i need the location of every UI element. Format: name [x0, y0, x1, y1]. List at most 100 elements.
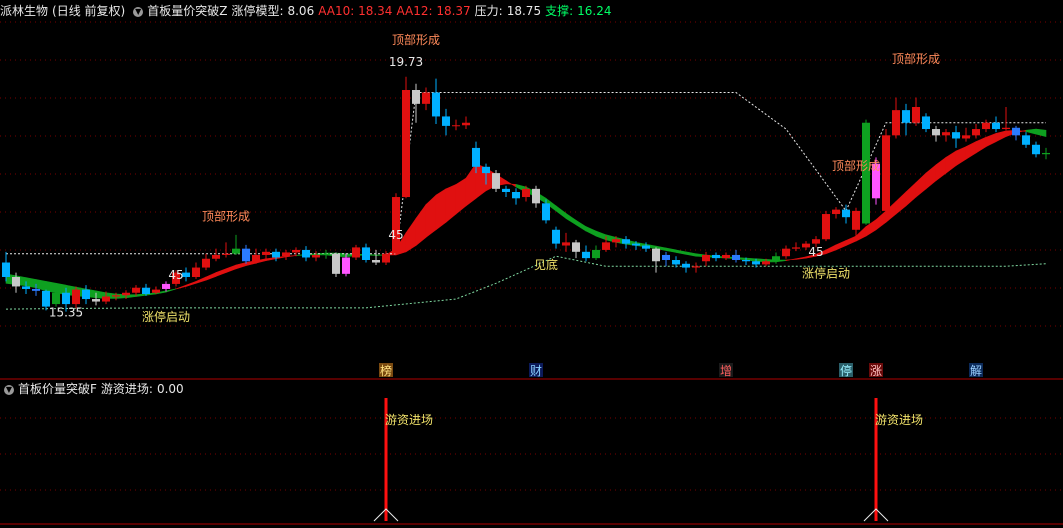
- candle-body: [532, 188, 540, 204]
- candle-body: [632, 243, 640, 246]
- ribbon-segment: [875, 210, 887, 231]
- candle: [922, 113, 930, 133]
- candle-body: [382, 253, 390, 263]
- candle-body: [732, 254, 740, 260]
- candle: [362, 243, 370, 263]
- ribbon-segment: [915, 172, 927, 198]
- ribbon-segment: [565, 212, 577, 226]
- candle-body: [252, 254, 260, 262]
- candle-body: [712, 254, 720, 259]
- support-label: 支撑:: [545, 4, 574, 18]
- candle: [432, 78, 440, 124]
- event-marker-label: 涨: [870, 363, 882, 378]
- candle-body: [552, 229, 560, 244]
- candle: [212, 248, 220, 262]
- candle-body: [282, 252, 290, 257]
- ribbon-segment: [215, 268, 227, 277]
- candle: [452, 119, 460, 131]
- candle: [392, 193, 400, 255]
- ribbon-segment: [845, 235, 857, 246]
- candle-body: [572, 242, 580, 252]
- candle: [692, 262, 700, 273]
- ribbon-segment: [595, 230, 607, 241]
- candle-body: [1002, 127, 1010, 130]
- sub-indicator-name[interactable]: 首板价量突破F: [18, 382, 97, 396]
- candle-body: [22, 286, 30, 289]
- aa10-value: AA10: 18.34: [318, 4, 393, 18]
- chevron-down-icon[interactable]: ▼: [4, 384, 14, 395]
- candle-body: [952, 132, 960, 139]
- candle: [572, 239, 580, 259]
- candle-body: [752, 261, 760, 265]
- candle-body: [992, 122, 1000, 130]
- event-marker: 停: [839, 363, 853, 378]
- ribbon-segment: [575, 219, 587, 232]
- candle-body: [452, 125, 460, 127]
- candle: [912, 97, 920, 126]
- candle-body: [892, 110, 900, 136]
- candle-body: [412, 90, 420, 104]
- candle-body: [332, 253, 340, 274]
- candle-body: [72, 289, 80, 305]
- chart-annotation: 19.73: [389, 55, 423, 69]
- chart-annotation: 涨停启动: [802, 266, 850, 281]
- candle-body: [692, 266, 700, 268]
- event-marker: 解: [969, 363, 983, 378]
- ribbon-segment: [675, 249, 687, 255]
- candle-body: [562, 242, 570, 246]
- candle-body: [62, 292, 70, 305]
- chevron-down-icon[interactable]: ▼: [133, 6, 144, 17]
- candle: [232, 234, 240, 255]
- candle: [712, 252, 720, 262]
- candle: [352, 244, 360, 260]
- candle-body: [162, 283, 170, 289]
- ribbon-segment: [1035, 128, 1047, 137]
- candle-body: [302, 249, 310, 258]
- ribbon-segment: [435, 188, 447, 231]
- candle: [282, 249, 290, 260]
- candle: [732, 249, 740, 263]
- candle-body: [652, 248, 660, 262]
- candle-body: [822, 214, 830, 240]
- candle-body: [852, 210, 860, 230]
- candle: [782, 245, 790, 259]
- event-marker: 增: [719, 363, 733, 378]
- indicator-name[interactable]: 首板量价突破Z: [147, 4, 227, 18]
- candle-body: [2, 262, 10, 277]
- pressure-label: 压力:: [474, 4, 503, 18]
- candle: [192, 262, 200, 279]
- ribbon-segment: [195, 276, 207, 284]
- sub-label: 游资进场:: [100, 382, 153, 396]
- candle-body: [432, 92, 440, 117]
- event-marker-label: 解: [970, 364, 982, 378]
- candle-body: [212, 254, 220, 259]
- candle-body: [42, 290, 50, 307]
- candle: [882, 129, 890, 215]
- candle: [582, 245, 590, 262]
- event-marker: 涨: [869, 363, 883, 378]
- ribbon-segment: [665, 247, 677, 253]
- ribbon-segment: [445, 183, 457, 223]
- candle: [372, 249, 380, 266]
- candle-body: [742, 260, 750, 262]
- ribbon-segment: [245, 260, 257, 267]
- candle: [1042, 147, 1050, 160]
- candle-body: [32, 288, 40, 291]
- chart-annotation: 涨停启动: [142, 309, 190, 324]
- candle-body: [722, 254, 730, 259]
- candle-body: [932, 129, 940, 136]
- candle-body: [522, 188, 530, 198]
- signal-label: 游资进场: [385, 413, 433, 427]
- candle-body: [542, 203, 550, 221]
- ribbon-segment: [1025, 128, 1037, 135]
- candle-body: [942, 132, 950, 136]
- ribbon-segment: [235, 262, 247, 270]
- support-line: [5, 255, 1047, 310]
- candle: [242, 244, 250, 264]
- candle-body: [1012, 127, 1020, 136]
- chart-annotation: 顶部形成: [392, 32, 440, 47]
- candle-body: [862, 122, 870, 224]
- candle-body: [832, 209, 840, 215]
- candle: [442, 108, 450, 136]
- candle-body: [812, 239, 820, 244]
